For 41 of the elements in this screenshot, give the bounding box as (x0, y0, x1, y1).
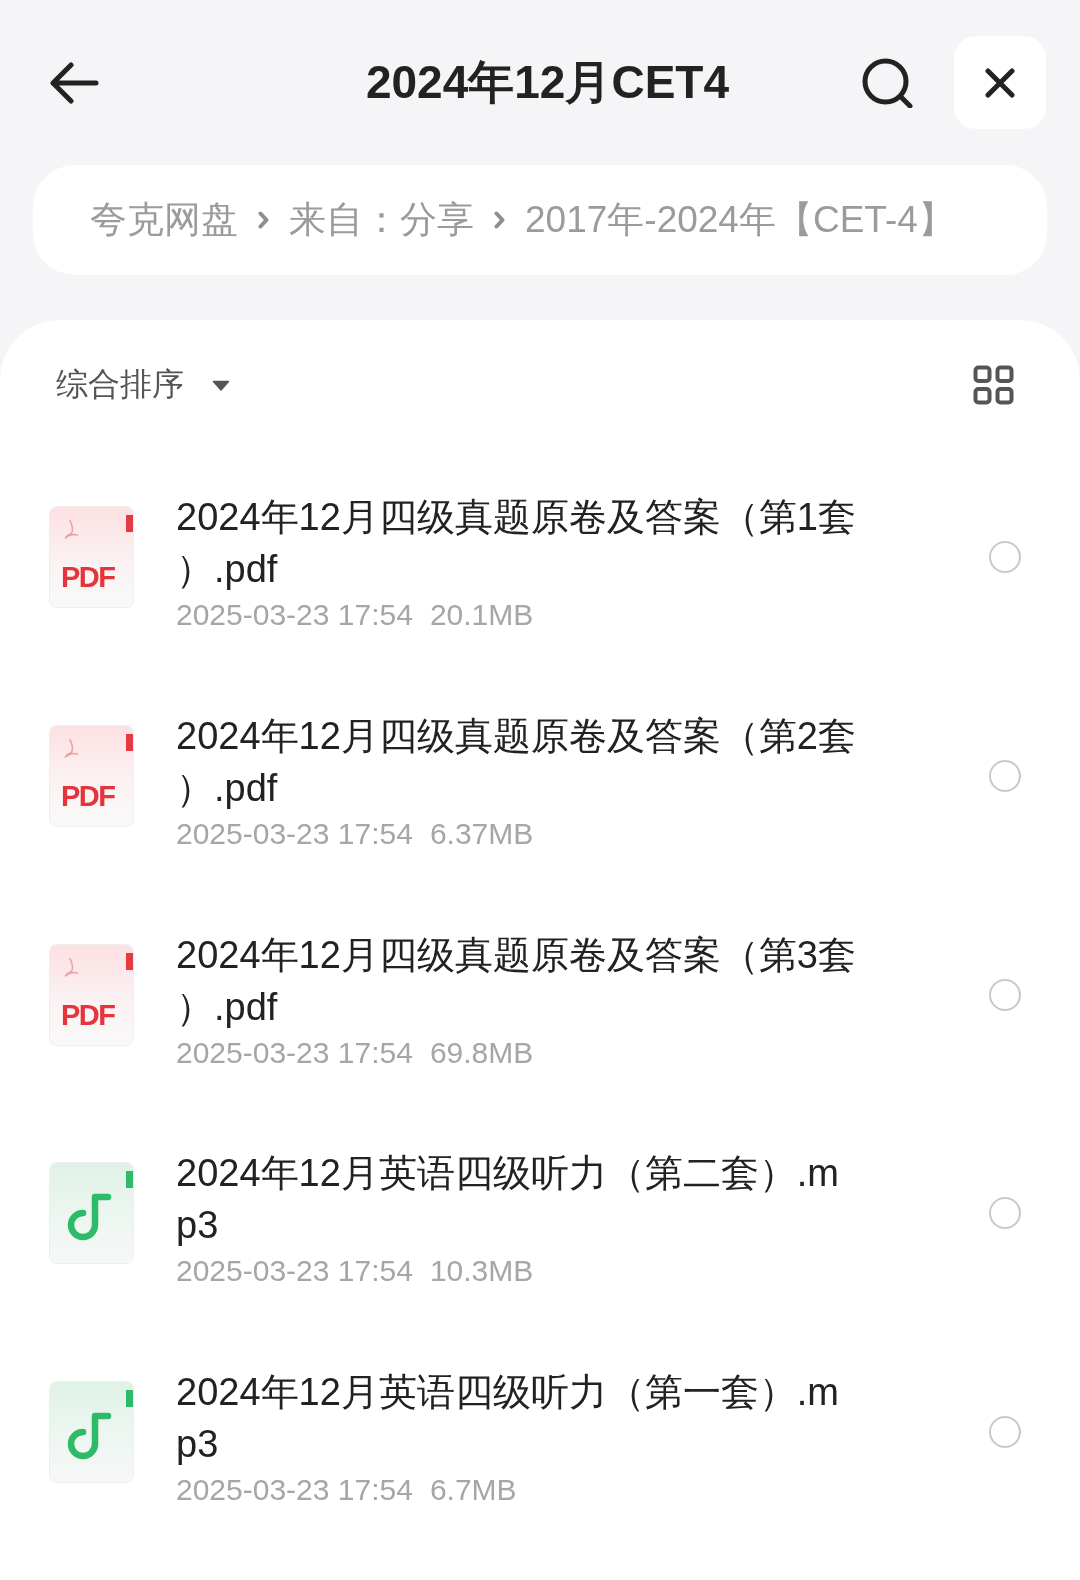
pdf-symbol-icon (64, 956, 79, 978)
music-file-icon (50, 1382, 133, 1483)
file-name: 2024年12月四级真题原卷及答案（第2套）.pdf (176, 714, 857, 812)
chevron-right-icon (258, 211, 269, 229)
file-type-label: PDF (61, 997, 115, 1032)
sort-dropdown[interactable]: 综合排序 (56, 363, 230, 407)
file-name: 2024年12月英语四级听力（第一套）.mp3 (176, 1370, 840, 1468)
pdf-symbol-icon (64, 519, 79, 541)
breadcrumb-item[interactable]: 夸克网盘 (90, 195, 238, 245)
select-radio[interactable] (989, 760, 1021, 793)
file-name: 2024年12月四级真题原卷及答案（第3套）.pdf (176, 932, 857, 1030)
select-radio[interactable] (989, 978, 1021, 1011)
breadcrumb-item[interactable]: 来自：分享 (289, 195, 474, 245)
close-button[interactable] (954, 36, 1046, 129)
file-date: 2025-03-23 17:54 (176, 816, 413, 853)
chevron-right-icon (494, 211, 505, 229)
file-date: 2025-03-23 17:54 (176, 597, 413, 634)
file-size: 69.8MB (429, 1034, 534, 1071)
back-arrow-icon[interactable] (49, 61, 99, 104)
file-type-label: PDF (61, 779, 115, 814)
file-date: 2025-03-23 17:54 (176, 1253, 413, 1290)
select-radio[interactable] (989, 541, 1021, 574)
file-date: 2025-03-23 17:54 (176, 1034, 413, 1071)
file-size: 20.1MB (429, 597, 534, 634)
pdf-symbol-icon (64, 738, 79, 760)
music-file-icon (50, 1163, 133, 1264)
select-radio[interactable] (989, 1416, 1021, 1449)
file-date: 2025-03-23 17:54 (176, 1472, 413, 1509)
page-title: 2024年12月CET4 (365, 54, 730, 110)
close-icon (985, 67, 1015, 98)
grid-view-icon[interactable] (973, 365, 1014, 405)
breadcrumb-item[interactable]: 2017年-2024年【CET-4】 (525, 195, 955, 245)
file-type-label: PDF (61, 560, 115, 595)
file-size: 10.3MB (429, 1253, 534, 1290)
file-size: 6.7MB (429, 1472, 517, 1509)
file-name: 2024年12月英语四级听力（第二套）.mp3 (176, 1151, 840, 1249)
file-name: 2024年12月四级真题原卷及答案（第1套）.pdf (176, 495, 857, 593)
search-icon[interactable] (862, 57, 913, 108)
file-size: 6.37MB (429, 816, 534, 853)
select-radio[interactable] (989, 1197, 1021, 1230)
caret-down-icon (212, 379, 230, 391)
